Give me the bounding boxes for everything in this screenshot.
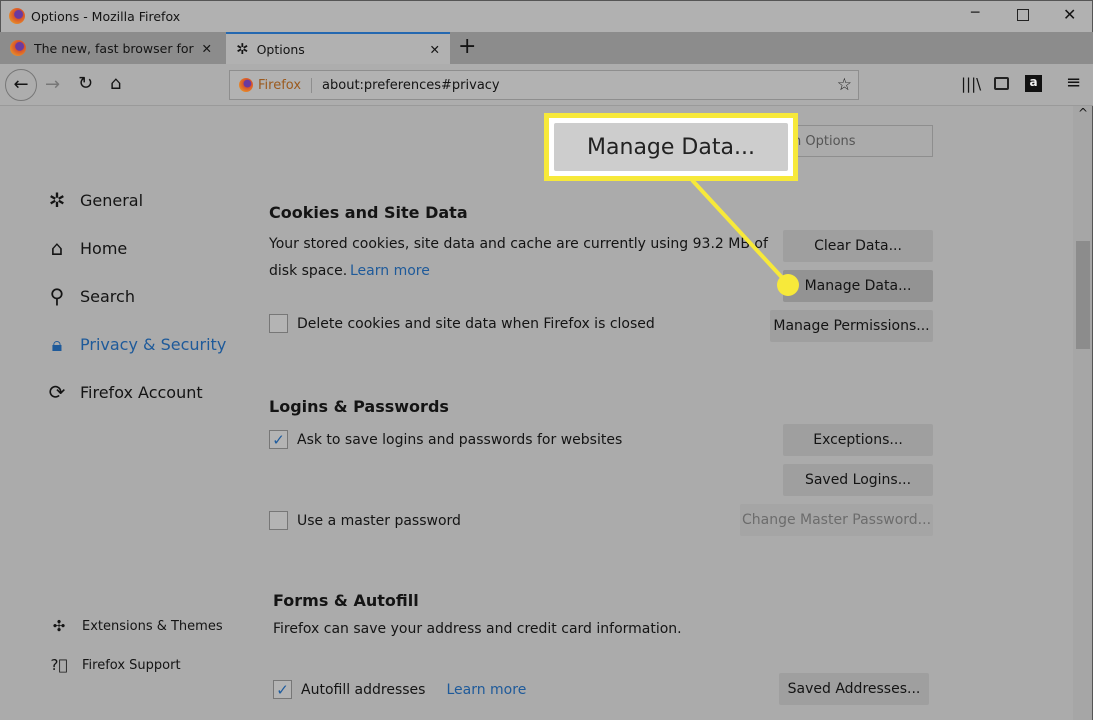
callout-manage-data-button: Manage Data... <box>554 123 788 171</box>
callout-pointer <box>690 178 799 296</box>
callout-box: Manage Data... <box>544 113 798 181</box>
